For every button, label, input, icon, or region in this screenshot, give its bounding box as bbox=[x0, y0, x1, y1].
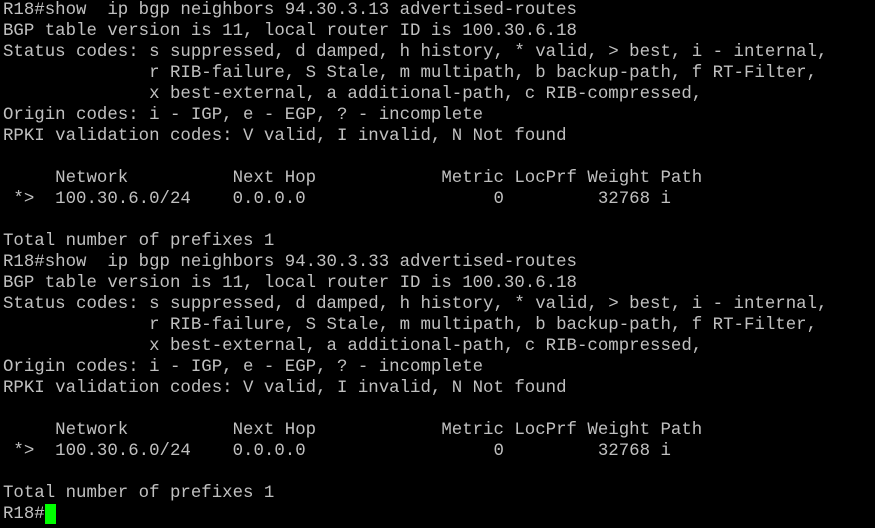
prompt-text: R18# bbox=[3, 505, 45, 524]
prompt-line[interactable]: R18# bbox=[3, 504, 875, 525]
table-row: *> 100.30.6.0/24 0.0.0.0 0 32768 i bbox=[3, 442, 671, 461]
table-header: Network Next Hop Metric LocPrf Weight Pa… bbox=[3, 421, 703, 440]
terminal-window[interactable]: R18#show ip bgp neighbors 94.30.3.13 adv… bbox=[0, 0, 875, 528]
table-header: Network Next Hop Metric LocPrf Weight Pa… bbox=[3, 169, 703, 188]
output-line: x best-external, a additional-path, c RI… bbox=[3, 85, 703, 104]
table-row: *> 100.30.6.0/24 0.0.0.0 0 32768 i bbox=[3, 190, 671, 209]
text-cursor bbox=[44, 504, 56, 524]
command-line: R18#show ip bgp neighbors 94.30.3.33 adv… bbox=[3, 253, 577, 272]
output-line: Origin codes: i - IGP, e - EGP, ? - inco… bbox=[3, 358, 484, 377]
output-line: BGP table version is 11, local router ID… bbox=[3, 22, 577, 41]
output-line: r RIB-failure, S Stale, m multipath, b b… bbox=[3, 64, 818, 83]
output-line: x best-external, a additional-path, c RI… bbox=[3, 337, 703, 356]
output-line: BGP table version is 11, local router ID… bbox=[3, 274, 577, 293]
output-line: Total number of prefixes 1 bbox=[3, 484, 275, 503]
command-line: R18#show ip bgp neighbors 94.30.3.13 adv… bbox=[3, 1, 577, 20]
output-line: Total number of prefixes 1 bbox=[3, 232, 275, 251]
output-line: Origin codes: i - IGP, e - EGP, ? - inco… bbox=[3, 106, 484, 125]
output-line: Status codes: s suppressed, d damped, h … bbox=[3, 295, 828, 314]
output-line: RPKI validation codes: V valid, I invali… bbox=[3, 379, 567, 398]
output-line: Status codes: s suppressed, d damped, h … bbox=[3, 43, 828, 62]
output-line: r RIB-failure, S Stale, m multipath, b b… bbox=[3, 316, 818, 335]
output-line: RPKI validation codes: V valid, I invali… bbox=[3, 127, 567, 146]
